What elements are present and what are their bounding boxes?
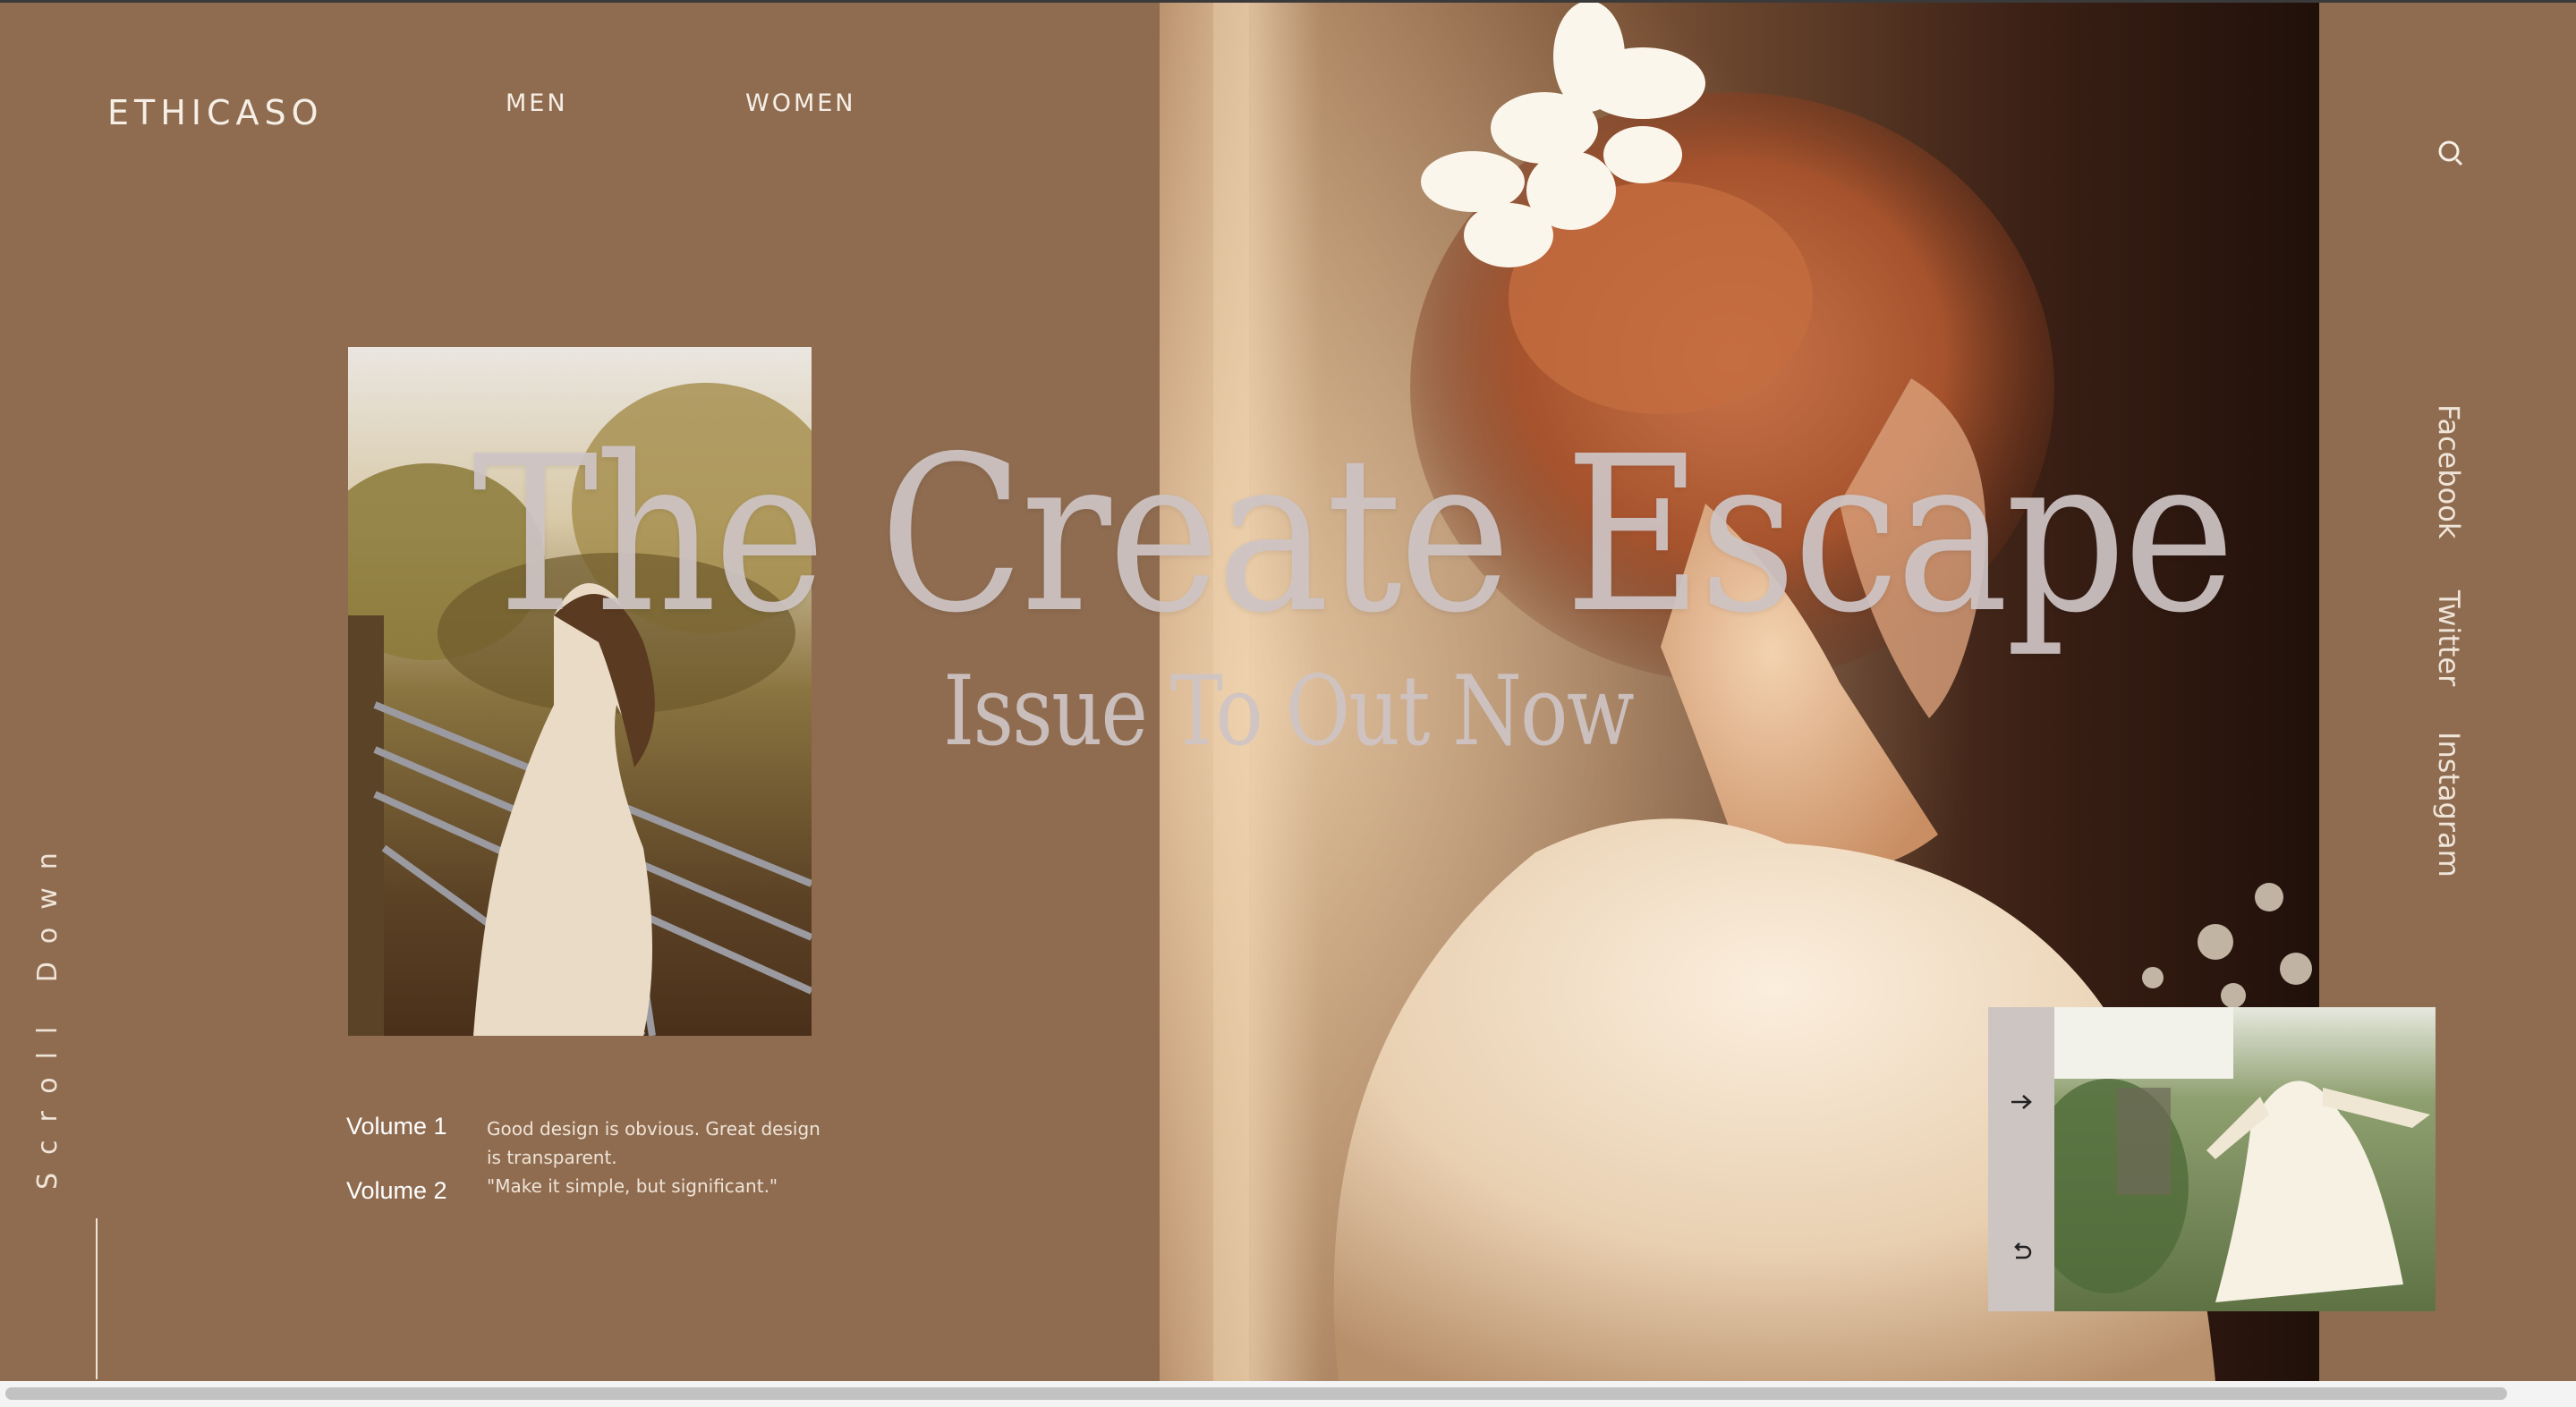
hero-title: The Create Escape (472, 410, 2235, 660)
description-line-2: is transparent. (487, 1147, 617, 1168)
nav-men[interactable]: MEN (506, 89, 568, 117)
carousel-controls (1988, 1007, 2054, 1311)
search-icon[interactable] (2436, 138, 2468, 170)
horizontal-scrollbar[interactable] (0, 1381, 2576, 1407)
hero-subtitle: Issue To Out Now (943, 656, 1635, 767)
volume-2-link[interactable]: Volume 2 (346, 1177, 447, 1205)
volume-1-link[interactable]: Volume 1 (346, 1113, 447, 1140)
arrow-right-icon[interactable] (2003, 1084, 2039, 1120)
description-quote: "Make it simple, but significant." (487, 1175, 778, 1197)
carousel-thumbnail[interactable] (2054, 1007, 2436, 1311)
description-line-1: Good design is obvious. Great design (487, 1118, 820, 1140)
social-twitter[interactable]: Twitter (2432, 590, 2466, 686)
nav-women[interactable]: WOMEN (745, 89, 856, 117)
scrollbar-thumb[interactable] (5, 1387, 2507, 1400)
social-instagram[interactable]: Instagram (2432, 732, 2466, 877)
carousel (1988, 1007, 2436, 1311)
brand-logo[interactable]: ETHICASO (107, 93, 324, 132)
scroll-indicator-line (96, 1218, 98, 1379)
replay-icon[interactable] (2003, 1234, 2039, 1270)
social-facebook[interactable]: Facebook (2432, 404, 2466, 538)
description-text: Good design is obvious. Great design is … (487, 1115, 845, 1200)
scroll-down-label[interactable]: Scroll Down (32, 835, 68, 1190)
